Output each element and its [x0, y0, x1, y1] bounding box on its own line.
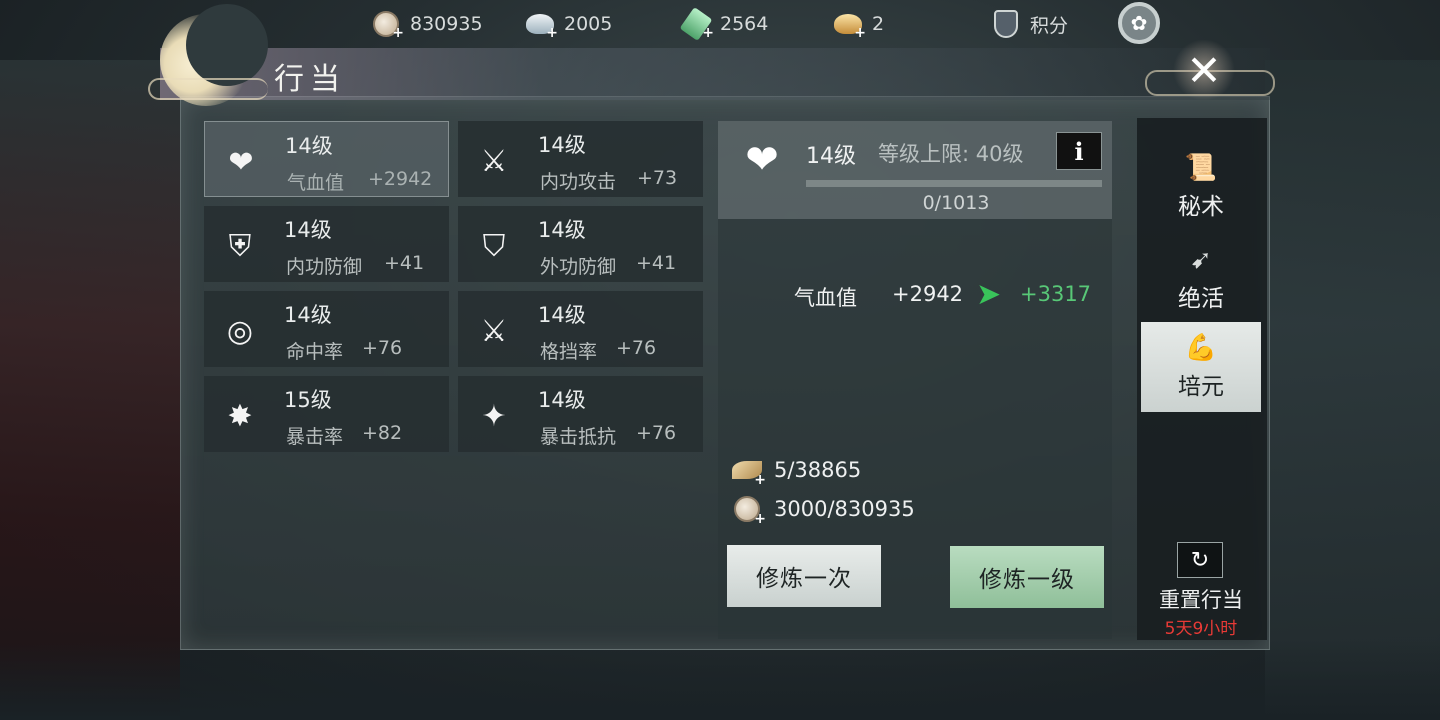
cost-coins-value: 3000/830935 — [774, 497, 915, 521]
scroll-icon: 📜 — [1184, 153, 1218, 183]
stat-name: 格挡率 — [540, 341, 598, 363]
tab-skills[interactable]: ➹ 绝活 — [1141, 234, 1261, 324]
stat-name: 暴击抵抗 — [540, 426, 617, 448]
stat-level: 14级 — [285, 134, 333, 158]
moon-shadow — [186, 4, 268, 86]
stat-bonus: +82 — [362, 422, 403, 444]
stat-level: 14级 — [538, 218, 586, 242]
stat-name: 命中率 — [286, 341, 344, 363]
stat-name: 内功防御 — [286, 256, 363, 278]
arrow-right-icon: ➤ — [976, 277, 1002, 312]
progress-text: 0/1013 — [922, 192, 990, 214]
attribute-name: 气血值 — [794, 286, 857, 310]
close-icon: ✕ — [1186, 45, 1222, 95]
reset-button[interactable]: ↻ — [1177, 542, 1223, 578]
stat-name: 暴击率 — [286, 426, 344, 448]
progress-bar — [806, 180, 1102, 187]
bow-icon: ➹ — [1190, 245, 1212, 275]
stat-level: 14级 — [538, 388, 586, 412]
detail-level-cap: 等级上限: 40级 — [878, 142, 1024, 166]
stat-bonus: +41 — [636, 252, 677, 274]
stat-bonus: +41 — [384, 252, 425, 274]
gold-ingot-icon: + — [832, 9, 866, 41]
inner-attack-icon: ⚔ — [480, 143, 508, 179]
attribute-next: +3317 — [1020, 282, 1092, 306]
silver-ingot-icon: + — [524, 9, 558, 41]
stat-bonus: +76 — [616, 337, 657, 359]
reset-countdown: 5天9小时 — [1164, 619, 1238, 639]
leaf-material-icon: + — [728, 456, 766, 488]
stat-card-outer-defense[interactable]: ⛉ 14级 外功防御 +41 — [458, 206, 703, 282]
background-ground — [0, 640, 1440, 720]
muscle-icon: 💪 — [1184, 333, 1218, 363]
resource-copper[interactable]: + 830935 — [370, 8, 483, 41]
copper-coin-icon: + — [728, 495, 766, 527]
stat-bonus: +76 — [362, 337, 403, 359]
close-button[interactable]: ✕ — [1172, 40, 1236, 100]
inner-defense-icon: ⛨ — [228, 228, 252, 264]
cost-material-value: 5/38865 — [774, 458, 862, 482]
stat-card-crit[interactable]: ✸ 15级 暴击率 +82 — [204, 376, 449, 452]
cost-material: + 5/38865 — [728, 456, 862, 488]
background-scenery-left — [0, 60, 180, 720]
stat-bonus: +76 — [636, 422, 677, 444]
crit-resist-icon: ✦ — [481, 398, 507, 434]
tab-label: 培元 — [1178, 374, 1224, 400]
refresh-icon: ↻ — [1190, 547, 1210, 573]
outer-defense-icon: ⛉ — [482, 228, 506, 264]
stat-name: 内功攻击 — [540, 171, 617, 193]
stat-name: 外功防御 — [540, 256, 617, 278]
stat-card-crit-resist[interactable]: ✦ 14级 暴击抵抗 +76 — [458, 376, 703, 452]
train-once-button[interactable]: 修炼一次 — [727, 545, 881, 607]
cost-coins: + 3000/830935 — [728, 495, 915, 527]
attribute-current: +2942 — [892, 282, 964, 306]
resource-gold-value: 2 — [872, 13, 885, 35]
stat-bonus: +2942 — [368, 168, 433, 190]
resource-silver-value: 2005 — [564, 13, 613, 35]
jade-icon: + — [679, 7, 714, 41]
stat-level: 14级 — [284, 218, 332, 242]
stat-level: 14级 — [538, 303, 586, 327]
cloud-ornament — [148, 78, 268, 100]
points-label: 积分 — [1030, 14, 1069, 37]
stat-card-inner-defense[interactable]: ⛨ 14级 内功防御 +41 — [204, 206, 449, 282]
resource-copper-value: 830935 — [410, 13, 483, 35]
copper-coin-icon: + — [370, 9, 404, 41]
burst-icon: ✸ — [227, 398, 253, 434]
train-level-button[interactable]: 修炼一级 — [950, 546, 1104, 608]
stat-name: 气血值 — [287, 172, 345, 194]
stat-card-hp[interactable]: ❤ 14级 气血值 +2942 — [204, 121, 449, 197]
shield-badge-icon — [990, 9, 1022, 39]
page-title: 行当 — [274, 62, 346, 97]
stat-bonus: +73 — [637, 167, 678, 189]
stat-level: 15级 — [284, 388, 332, 412]
stat-card-block[interactable]: ⚔ 14级 格挡率 +76 — [458, 291, 703, 367]
tab-cultivate[interactable]: 💪 培元 — [1141, 322, 1261, 412]
settings-gear-icon[interactable]: ✿ — [1118, 2, 1160, 44]
heart-lotus-icon: ❤ — [745, 137, 779, 183]
points-button[interactable]: 积分 — [990, 8, 1068, 40]
crossed-swords-icon: ⚔ — [480, 313, 508, 349]
reset-label: 重置行当 — [1159, 588, 1243, 612]
tab-label: 绝活 — [1178, 286, 1224, 312]
resource-jade-value: 2564 — [720, 13, 769, 35]
info-button[interactable]: i — [1056, 132, 1102, 170]
stat-level: 14级 — [284, 303, 332, 327]
target-icon: ◎ — [226, 313, 254, 349]
resource-silver[interactable]: + 2005 — [524, 8, 613, 41]
resource-jade[interactable]: + 2564 — [679, 7, 769, 41]
stat-card-inner-attack[interactable]: ⚔ 14级 内功攻击 +73 — [458, 121, 703, 197]
heart-lotus-icon: ❤ — [228, 144, 254, 180]
resource-gold[interactable]: + 2 — [832, 8, 885, 41]
detail-level: 14级 — [806, 144, 856, 169]
background-scenery-right — [1265, 60, 1440, 720]
tab-label: 秘术 — [1178, 194, 1224, 220]
stat-card-accuracy[interactable]: ◎ 14级 命中率 +76 — [204, 291, 449, 367]
stat-level: 14级 — [538, 133, 586, 157]
tab-secret-arts[interactable]: 📜 秘术 — [1141, 142, 1261, 232]
